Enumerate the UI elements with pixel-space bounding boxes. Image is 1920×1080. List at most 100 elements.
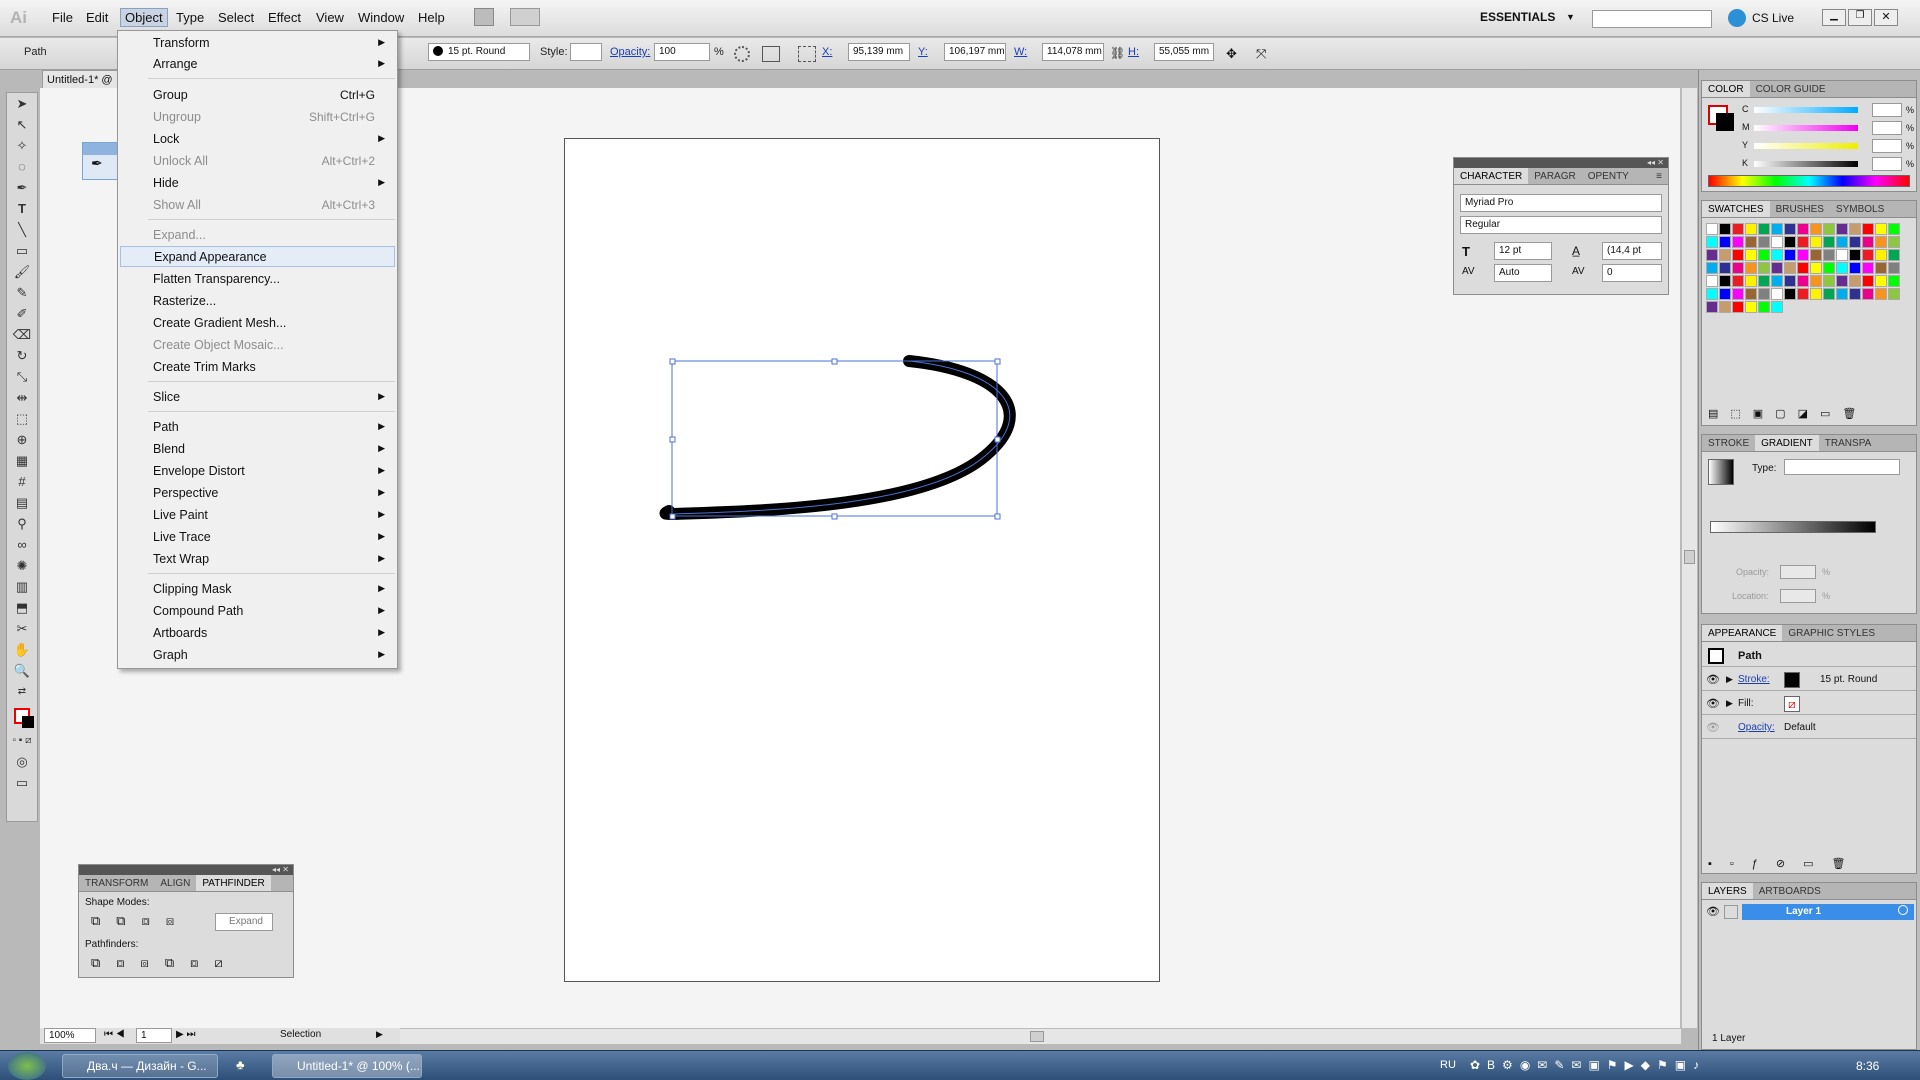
magic-wand-tool-icon[interactable]: ✧: [7, 135, 37, 156]
swatch[interactable]: [1836, 262, 1848, 274]
curved-path[interactable]: [659, 355, 1016, 521]
menu-select[interactable]: Select: [214, 10, 258, 25]
next-artboard-icon[interactable]: ▶ ⏭: [176, 1029, 195, 1040]
w-link[interactable]: W:: [1014, 46, 1027, 58]
swatch[interactable]: [1823, 249, 1835, 261]
swatch[interactable]: [1745, 236, 1757, 248]
swatch[interactable]: [1797, 262, 1809, 274]
swatch[interactable]: [1719, 275, 1731, 287]
swatch[interactable]: [1758, 262, 1770, 274]
shape-mode-icons[interactable]: ⧉⧉⧈⧇: [91, 913, 190, 929]
swatch[interactable]: [1810, 249, 1822, 261]
pen-tool-icon[interactable]: ✒: [7, 177, 37, 198]
swatch[interactable]: [1771, 223, 1783, 235]
k-slider[interactable]: [1754, 161, 1858, 167]
drawing-mode-icon[interactable]: ◎: [7, 751, 37, 772]
screen-mode-icon[interactable]: ▭: [7, 772, 37, 793]
swatch-footer-icons[interactable]: ▤⬚▣▢◪▭🗑: [1708, 407, 1868, 420]
appearance-opacity-row[interactable]: 👁 Opacity: Default: [1702, 717, 1916, 739]
eyedropper-tool-icon[interactable]: ⚲: [7, 513, 37, 534]
selection-tool-icon[interactable]: ➤: [7, 93, 37, 114]
eye-icon[interactable]: 👁: [1706, 697, 1720, 710]
kerning-input[interactable]: Auto: [1494, 264, 1552, 282]
swatch[interactable]: [1797, 236, 1809, 248]
swatch[interactable]: [1862, 249, 1874, 261]
swatch[interactable]: [1849, 249, 1861, 261]
vertical-scroll-thumb[interactable]: [1684, 550, 1695, 564]
swatch[interactable]: [1745, 223, 1757, 235]
swatch[interactable]: [1719, 262, 1731, 274]
swatch[interactable]: [1758, 249, 1770, 261]
swatch[interactable]: [1810, 236, 1822, 248]
eye-icon[interactable]: 👁: [1706, 721, 1720, 734]
opacity-link[interactable]: Opacity:: [1738, 722, 1775, 733]
tray-icons[interactable]: ✿B⚙◉✉✎✉▣⚑▶◆⚑▣♪: [1470, 1058, 1706, 1072]
y-link[interactable]: Y:: [918, 46, 928, 58]
swatch[interactable]: [1849, 262, 1861, 274]
swatch[interactable]: [1758, 288, 1770, 300]
isolate-icon[interactable]: ⤧: [1256, 46, 1266, 62]
tab-graphic-styles[interactable]: GRAPHIC STYLES: [1782, 625, 1881, 641]
swatch[interactable]: [1875, 288, 1887, 300]
swatch[interactable]: [1797, 288, 1809, 300]
color-mode-icons[interactable]: ▫ ▪ ⧄: [7, 730, 37, 751]
restore-button[interactable]: ❐: [1848, 9, 1872, 26]
swatch[interactable]: [1784, 262, 1796, 274]
slice-tool-icon[interactable]: ✂: [7, 618, 37, 639]
swatch[interactable]: [1771, 288, 1783, 300]
expand-triangle-icon[interactable]: ▶: [1726, 674, 1733, 685]
menu-item-transform[interactable]: Transform ▶: [120, 32, 395, 53]
reference-point-icon[interactable]: [798, 46, 816, 62]
gradient-tool-icon[interactable]: ▤: [7, 492, 37, 513]
zoom-tool-icon[interactable]: 🔍: [7, 660, 37, 681]
swatch[interactable]: [1888, 262, 1900, 274]
swatch[interactable]: [1862, 275, 1874, 287]
swatch[interactable]: [1875, 249, 1887, 261]
k-input[interactable]: [1872, 157, 1902, 171]
menu-item-group[interactable]: Group Ctrl+G: [120, 84, 395, 105]
swatch-grid[interactable]: [1706, 223, 1902, 313]
swatch[interactable]: [1771, 275, 1783, 287]
fill-stroke-icon[interactable]: [7, 702, 37, 730]
color-spectrum[interactable]: [1708, 175, 1910, 187]
tracking-input[interactable]: 0: [1602, 264, 1662, 282]
tab-gradient[interactable]: GRADIENT: [1755, 435, 1819, 451]
expand-triangle-icon[interactable]: ▶: [1726, 698, 1733, 709]
handle-bottom-middle[interactable]: [831, 513, 838, 520]
menu-item-expand-appearance[interactable]: Expand Appearance: [120, 246, 395, 267]
menu-item-show-all[interactable]: Show All Alt+Ctrl+3: [120, 194, 395, 215]
free-transform-tool-icon[interactable]: ⬚: [7, 408, 37, 429]
menu-item-expand[interactable]: Expand...: [120, 224, 395, 245]
layer-name[interactable]: Layer 1: [1786, 906, 1821, 917]
tab-color-guide[interactable]: COLOR GUIDE: [1750, 81, 1832, 97]
artboard-number-dropdown[interactable]: 1: [136, 1028, 172, 1043]
swatch[interactable]: [1719, 236, 1731, 248]
gradient-preview[interactable]: [1708, 459, 1734, 485]
h-link[interactable]: H:: [1128, 46, 1139, 58]
rotate-tool-icon[interactable]: ↻: [7, 345, 37, 366]
swatch[interactable]: [1745, 275, 1757, 287]
pencil-tool-icon[interactable]: ✎: [7, 282, 37, 303]
chevron-down-icon[interactable]: ▼: [1566, 12, 1575, 22]
search-input[interactable]: [1592, 10, 1712, 28]
stroke-weight-dropdown[interactable]: 15 pt. Round: [428, 43, 530, 61]
type-tool-icon[interactable]: T: [7, 198, 37, 219]
stroke-color-swatch[interactable]: [1784, 672, 1800, 688]
eraser-tool-icon[interactable]: ⌫: [7, 324, 37, 345]
target-icon[interactable]: [1898, 905, 1908, 915]
swatch[interactable]: [1784, 223, 1796, 235]
swatch[interactable]: [1745, 301, 1757, 313]
gradient-slider[interactable]: [1710, 521, 1876, 533]
document-tab[interactable]: Untitled-1* @: [42, 70, 122, 88]
swatch[interactable]: [1706, 223, 1718, 235]
swatch[interactable]: [1810, 223, 1822, 235]
minimize-button[interactable]: ▁: [1822, 9, 1846, 26]
swatch[interactable]: [1875, 236, 1887, 248]
tab-layers[interactable]: LAYERS: [1702, 883, 1753, 899]
opacity-input[interactable]: 100: [654, 43, 710, 61]
appearance-fill-row[interactable]: 👁 ▶ Fill: ⧄: [1702, 693, 1916, 715]
scale-tool-icon[interactable]: ⤡: [7, 366, 37, 387]
swatch[interactable]: [1706, 236, 1718, 248]
stroke-link[interactable]: Stroke:: [1738, 674, 1770, 685]
y-slider[interactable]: [1754, 143, 1858, 149]
